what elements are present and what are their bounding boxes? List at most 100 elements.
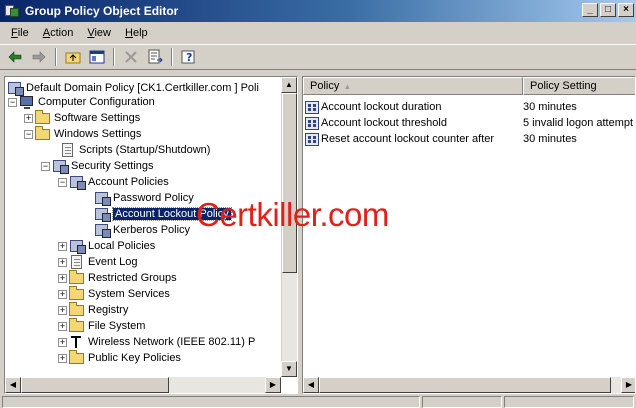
tree-item-registry[interactable]: Registry (69, 302, 128, 318)
details-pane[interactable]: Policy ▲ Policy Setting Account lockout d… (302, 76, 636, 394)
expand-toggle[interactable]: + (58, 338, 67, 347)
tree-item-label: Software Settings (54, 112, 141, 124)
collapse-toggle[interactable]: − (41, 162, 50, 171)
tree-item-label: Windows Settings (54, 128, 142, 140)
collapse-toggle[interactable]: − (58, 178, 67, 187)
up-one-level-button[interactable] (62, 47, 84, 67)
expand-toggle[interactable]: + (58, 322, 67, 331)
expand-toggle[interactable]: + (58, 290, 67, 299)
console-tree-pane[interactable]: Default Domain Policy [CK1.Certkiller.co… (4, 76, 298, 394)
column-header-policy-setting[interactable]: Policy Setting (523, 77, 635, 95)
tree-item-label: Restricted Groups (88, 272, 177, 284)
scroll-right-button[interactable]: ▶ (621, 377, 635, 393)
tree-horizontal-scrollbar[interactable]: ◀ ▶ (5, 377, 281, 393)
expand-toggle[interactable]: + (58, 258, 67, 267)
scroll-left-button[interactable]: ◀ (5, 377, 21, 393)
tree-item-restricted-groups[interactable]: Restricted Groups (69, 270, 177, 286)
sort-ascending-icon: ▲ (343, 82, 352, 91)
svg-text:?: ? (186, 51, 192, 64)
expand-toggle[interactable]: + (58, 354, 67, 363)
scroll-left-button[interactable]: ◀ (303, 377, 319, 393)
toolbar: ? (0, 44, 636, 70)
back-arrow-icon (8, 51, 22, 63)
expand-toggle[interactable]: + (58, 306, 67, 315)
scroll-right-button[interactable]: ▶ (265, 377, 281, 393)
tree-item-label: Security Settings (71, 160, 154, 172)
details-horizontal-scrollbar[interactable]: ◀ ▶ (303, 377, 635, 393)
help-icon: ? (181, 50, 195, 64)
minimize-button[interactable]: _ (582, 3, 598, 17)
tree-item-label: Public Key Policies (88, 352, 181, 364)
menu-help[interactable]: Help (118, 27, 155, 39)
tree-item-software-settings[interactable]: Software Settings (35, 110, 140, 126)
tree-item-security-settings[interactable]: Security Settings (52, 158, 154, 174)
policy-cell: Account lockout duration (305, 100, 523, 114)
tree-item-label: Password Policy (113, 192, 194, 204)
window-title: Group Policy Object Editor (25, 4, 179, 18)
column-header-policy[interactable]: Policy ▲ (303, 77, 523, 95)
export-list-icon (148, 49, 163, 64)
scroll-thumb[interactable] (21, 377, 169, 393)
tree-item-kerberos-policy[interactable]: Kerberos Policy (94, 222, 190, 238)
gpo-app-icon (4, 3, 20, 19)
collapse-toggle[interactable]: − (24, 130, 33, 139)
tree-item-password-policy[interactable]: Password Policy (94, 190, 194, 206)
maximize-button[interactable]: □ (600, 3, 616, 17)
menu-view[interactable]: View (80, 27, 118, 39)
close-button[interactable]: × (618, 3, 634, 17)
tree-root-label: Default Domain Policy [CK1.Certkiller.co… (26, 82, 259, 94)
tree-item-wireless-network[interactable]: Wireless Network (IEEE 802.11) P (69, 334, 255, 350)
menu-action[interactable]: Action (36, 27, 81, 39)
scroll-up-button[interactable]: ▲ (281, 77, 297, 93)
tree-item-label: Account Policies (88, 176, 169, 188)
folder-icon (69, 350, 85, 365)
tree-item-system-services[interactable]: System Services (69, 286, 170, 302)
export-list-button[interactable] (144, 47, 166, 67)
back-button[interactable] (4, 47, 26, 67)
scroll-thumb[interactable] (319, 377, 611, 393)
title-bar[interactable]: Group Policy Object Editor _ □ × (0, 0, 636, 22)
tree-item-file-system[interactable]: File System (69, 318, 145, 334)
menu-file[interactable]: File (4, 27, 36, 39)
expand-toggle[interactable]: + (58, 242, 67, 251)
toolbar-separator (55, 48, 57, 66)
tree-item-computer-configuration[interactable]: Computer Configuration (19, 94, 155, 110)
list-item[interactable]: Account lockout threshold 5 invalid logo… (305, 115, 633, 131)
list-item[interactable]: Reset account lockout counter after 30 m… (305, 131, 633, 147)
window-controls: _ □ × (582, 3, 634, 17)
delete-button[interactable] (120, 47, 142, 67)
scroll-thumb[interactable] (282, 93, 297, 273)
tree-item-windows-settings[interactable]: Windows Settings (35, 126, 141, 142)
policy-folder-icon (69, 175, 86, 190)
list-item[interactable]: Account lockout duration 30 minutes (305, 99, 633, 115)
tree-item-local-policies[interactable]: Local Policies (69, 238, 155, 254)
policy-setting-icon (305, 100, 319, 114)
policy-setting-icon (305, 116, 319, 130)
policy-icon (94, 223, 111, 238)
tree-item-scripts[interactable]: Scripts (Startup/Shutdown) (60, 142, 210, 158)
show-hide-tree-button[interactable] (86, 47, 108, 67)
up-folder-icon (65, 52, 81, 64)
folder-icon (69, 318, 85, 333)
forward-button[interactable] (28, 47, 50, 67)
scroll-down-button[interactable]: ▼ (281, 361, 297, 377)
folder-icon (69, 286, 85, 301)
tree-item-label: Registry (88, 304, 129, 316)
menu-bar: File Action View Help (0, 23, 636, 43)
tree-item-label: Local Policies (88, 240, 156, 252)
tree-item-label: File System (88, 320, 146, 332)
help-button[interactable]: ? (178, 47, 200, 67)
collapse-toggle[interactable]: − (8, 98, 17, 107)
event-log-icon (69, 255, 85, 269)
show-tree-icon (89, 50, 105, 64)
policy-folder-icon (69, 239, 86, 254)
policy-cell: Reset account lockout counter after (305, 132, 523, 146)
folder-icon (69, 270, 85, 285)
tree-item-event-log[interactable]: Event Log (69, 254, 138, 270)
tree-item-label: Computer Configuration (38, 96, 155, 108)
expand-toggle[interactable]: + (58, 274, 67, 283)
expand-toggle[interactable]: + (24, 114, 33, 123)
tree-item-public-key-policies[interactable]: Public Key Policies (69, 350, 181, 366)
setting-cell: 30 minutes (523, 133, 577, 145)
tree-item-account-policies[interactable]: Account Policies (69, 174, 169, 190)
